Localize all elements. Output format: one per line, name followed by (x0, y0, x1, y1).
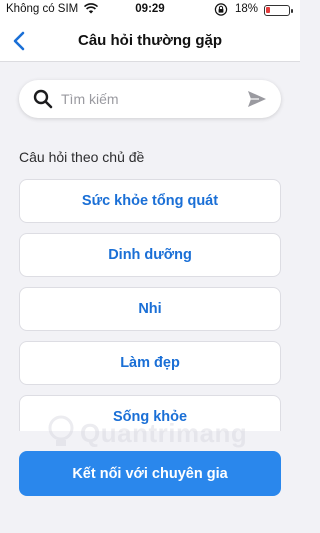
lightbulb-icon (48, 415, 74, 446)
topic-button-general-health[interactable]: Sức khỏe tổng quát (19, 179, 281, 223)
search-bar (19, 80, 281, 118)
navigation-bar: Câu hỏi thường gặp (0, 20, 300, 62)
topic-button-nutrition[interactable]: Dinh dưỡng (19, 233, 281, 277)
search-input[interactable] (61, 88, 241, 110)
battery-percent: 18% (235, 3, 259, 15)
watermark-text: Quantrimang (80, 418, 248, 448)
search-icon (33, 89, 53, 114)
connect-expert-button[interactable]: Kết nối với chuyên gia (19, 451, 281, 496)
battery-level-fill (266, 7, 270, 13)
section-title: Câu hỏi theo chủ đề (19, 149, 145, 165)
topic-list: Sức khỏe tổng quát Dinh dưỡng Nhi Làm đẹ… (19, 179, 281, 431)
watermark: Quantrimang (46, 412, 256, 454)
battery-icon (264, 5, 293, 16)
lock-rotation-icon (214, 3, 228, 19)
status-bar: Không có SIM 09:29 18% (0, 0, 300, 20)
topic-button-pediatrics[interactable]: Nhi (19, 287, 281, 331)
topic-button-beauty[interactable]: Làm đẹp (19, 341, 281, 385)
page-title: Câu hỏi thường gặp (77, 32, 222, 49)
send-icon[interactable] (247, 90, 267, 113)
